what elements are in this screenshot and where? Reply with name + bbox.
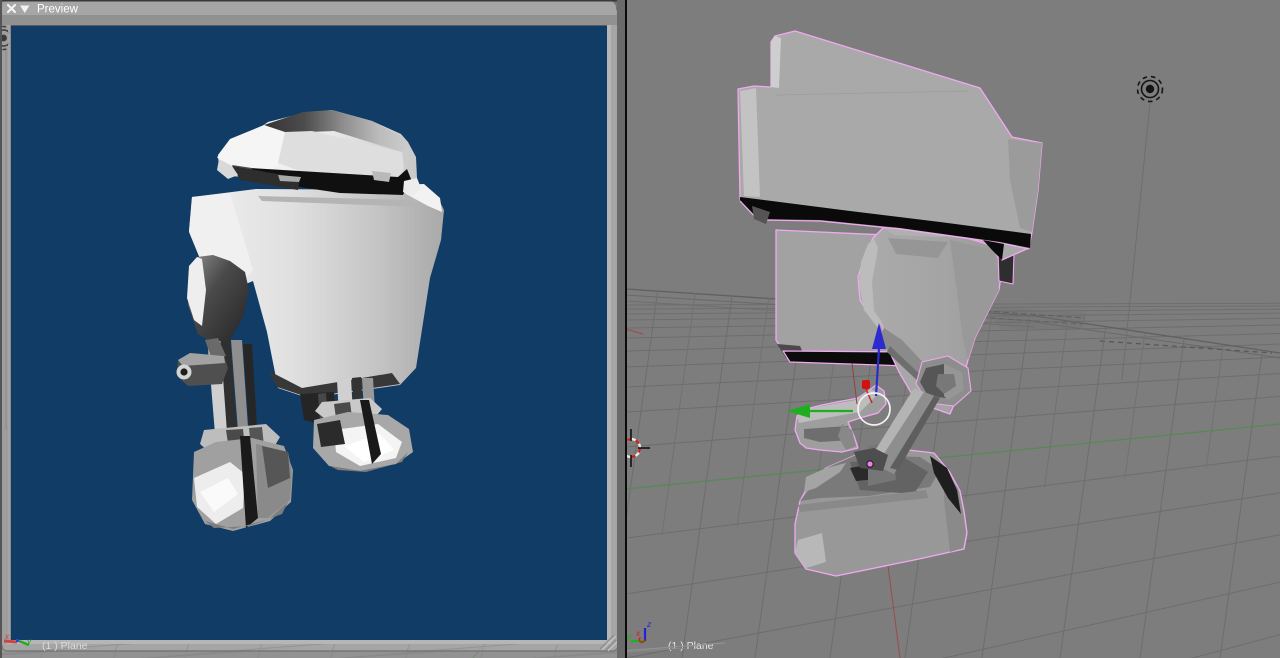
svg-text:x: x — [4, 631, 10, 641]
svg-text:z: z — [646, 619, 652, 629]
svg-text:x: x — [635, 628, 641, 638]
svg-text:(1 ) Plane: (1 ) Plane — [42, 640, 88, 652]
svg-text:Preview: Preview — [37, 4, 79, 16]
svg-text:y: y — [26, 636, 32, 646]
